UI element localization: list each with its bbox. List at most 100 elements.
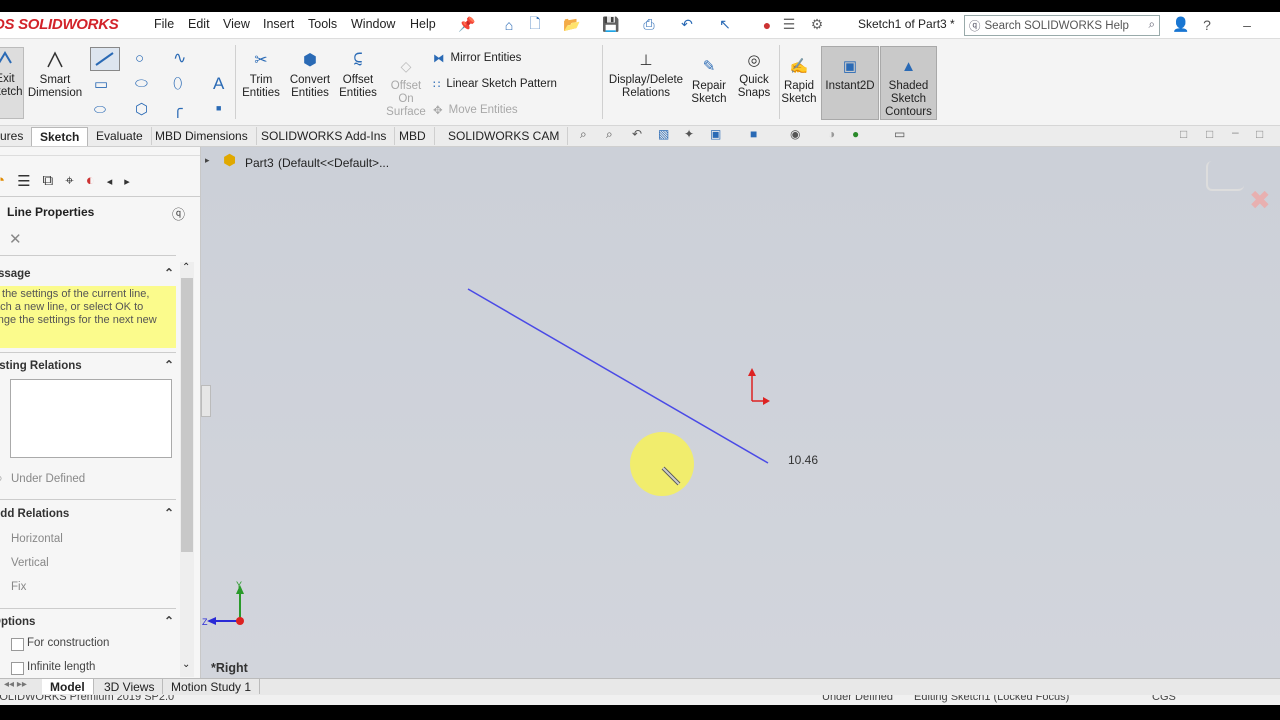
trim-entities-button[interactable]: ✂ Trim Entities [238, 49, 284, 100]
help-circle-icon[interactable]: ⓠ [172, 204, 185, 223]
linear-sketch-pattern-button[interactable]: ∷ Linear Sketch Pattern [433, 77, 557, 91]
display-style-icon[interactable]: ■ [750, 127, 757, 141]
new-document-icon[interactable]: 🗋 [526, 15, 544, 33]
sketch-canvas[interactable]: Y Z [201, 147, 1280, 678]
display-delete-relations-button[interactable]: ⊥ Display/Delete Relations [606, 49, 686, 100]
menu-view[interactable]: View [223, 17, 250, 31]
help-icon[interactable]: ? [1198, 16, 1216, 33]
select-icon[interactable]: ↖ [716, 16, 734, 33]
tab-scroll-left-icon[interactable]: ◂ [107, 175, 113, 196]
tab-solidworks-add-ins[interactable]: SOLIDWORKS Add-Ins [253, 127, 396, 145]
existing-relations-section-header[interactable]: Existing Relations ⌃ [0, 356, 176, 376]
menu-window[interactable]: Window [351, 17, 395, 31]
straight-slot-icon[interactable]: ⬭ [94, 101, 106, 118]
move-entities-button[interactable]: ✥ Move Entities [433, 103, 518, 117]
spline-icon[interactable]: ∿ [173, 48, 186, 68]
point-icon[interactable]: ■ [216, 103, 221, 113]
rapid-sketch-button[interactable]: ✍ Rapid Sketch [780, 55, 818, 106]
exit-sketch-button[interactable]: Exit Sketch [0, 47, 24, 119]
user-icon[interactable]: 👤 [1172, 16, 1190, 33]
panel-collapse-handle[interactable] [201, 385, 211, 417]
section-view-icon[interactable]: ▧ [658, 127, 669, 141]
tab-scroll-right-icon[interactable]: ▸ [124, 175, 130, 196]
shaded-sketch-contours-button[interactable]: ▲ Shaded Sketch Contours [880, 46, 937, 120]
file-properties-icon[interactable]: ☰ [780, 16, 798, 33]
pin-icon[interactable]: 📌 [458, 16, 476, 33]
rebuild-icon[interactable]: ● [758, 16, 776, 33]
offset-on-surface-button[interactable]: ◇ Offset On Surface [384, 55, 428, 119]
for-construction-checkbox[interactable] [11, 638, 24, 651]
tab-evaluate[interactable]: Evaluate [88, 127, 152, 145]
menu-help[interactable]: Help [410, 17, 436, 31]
smart-dimension-button[interactable]: Smart Dimension [27, 49, 83, 100]
scrollbar-thumb[interactable] [181, 278, 193, 552]
relation-fix[interactable]: Fix [11, 581, 26, 593]
tile-right-icon[interactable]: □ [1206, 127, 1213, 141]
confirmation-corner-cancel-icon[interactable]: ✖ [1249, 185, 1271, 216]
relation-horizontal[interactable]: Horizontal [11, 533, 63, 545]
undo-icon[interactable]: ↶ [678, 16, 696, 33]
existing-relations-list[interactable] [10, 379, 172, 458]
zoom-to-fit-icon[interactable]: ⌕ [580, 127, 587, 142]
panel-scrollbar[interactable]: ⌃ ⌄ [180, 262, 194, 677]
relation-vertical[interactable]: Vertical [11, 557, 49, 569]
save-icon[interactable]: 💾 [602, 16, 620, 33]
instant2d-button[interactable]: ▣ Instant2D [821, 46, 879, 120]
tile-left-icon[interactable]: □ [1180, 127, 1187, 141]
tab-motion-study-1[interactable]: Motion Study 1 [163, 679, 261, 694]
confirmation-corner-accept-icon[interactable] [1206, 161, 1244, 191]
rectangle-icon[interactable]: ▭ [94, 75, 108, 93]
ellipse-icon[interactable]: ⬯ [173, 75, 182, 92]
message-section-header[interactable]: Message ⌃ [0, 264, 176, 284]
repair-sketch-button[interactable]: ✎ Repair Sketch [688, 55, 730, 106]
menu-edit[interactable]: Edit [188, 17, 210, 31]
previous-view-icon[interactable]: ↶ [632, 127, 642, 141]
tab-mbd-dimensions[interactable]: MBD Dimensions [147, 127, 257, 145]
infinite-length-checkbox[interactable] [11, 662, 24, 675]
edit-appearance-icon[interactable]: ◑ [828, 127, 835, 141]
print-icon[interactable]: ⎙ [640, 16, 658, 33]
fillet-icon[interactable]: ╭ [173, 99, 183, 119]
dynamic-annotation-icon[interactable]: ✦ [684, 127, 694, 141]
circle-icon[interactable]: ○ [135, 50, 144, 67]
feature-manager-tab-icon[interactable]: ◔ [0, 172, 5, 196]
line-tool-button[interactable] [90, 47, 120, 71]
add-relations-section-header[interactable]: Add Relations ⌃ [0, 504, 176, 524]
viewport-minimize-icon[interactable]: – [1232, 125, 1239, 139]
display-manager-tab-icon[interactable]: ◐ [86, 172, 95, 196]
graphics-area[interactable]: ▸ ⬢ Part3 (Default<<Default>... Y Z 10.4… [201, 147, 1280, 678]
offset-entities-button[interactable]: ⫇ Offset Entities [336, 49, 380, 100]
quick-snaps-button[interactable]: ◎ Quick Snaps [734, 49, 774, 100]
menu-file[interactable]: File [154, 17, 174, 31]
minimize-icon[interactable]: – [1238, 16, 1256, 33]
slot-icon[interactable]: ⬭ [135, 75, 148, 92]
text-icon[interactable]: A [213, 74, 224, 94]
view-settings-icon[interactable]: ▭ [894, 127, 905, 141]
options-gear-icon[interactable]: ⚙ [808, 16, 826, 33]
dimxpert-tab-icon[interactable]: ⌖ [65, 172, 73, 196]
scroll-down-icon[interactable]: ⌄ [182, 659, 190, 670]
sketch-line[interactable] [467, 288, 769, 464]
open-icon[interactable]: 📂 [563, 16, 581, 33]
tab-mbd[interactable]: MBD [391, 127, 435, 145]
property-manager-tab-icon[interactable]: ☰ [17, 172, 30, 196]
status-units[interactable]: CGS [1152, 695, 1176, 703]
home-icon[interactable]: ⌂ [500, 16, 518, 33]
options-section-header[interactable]: Options ⌃ [0, 612, 176, 632]
configuration-manager-tab-icon[interactable]: ⧉ [43, 172, 54, 196]
help-search-field[interactable]: ⓠ Search SOLIDWORKS Help ⌕ [964, 15, 1160, 36]
tab-sketch[interactable]: Sketch [31, 127, 89, 146]
zoom-to-area-icon[interactable]: ⌕ [606, 127, 613, 142]
scenes-icon[interactable]: ● [852, 127, 859, 141]
menu-tools[interactable]: Tools [308, 17, 337, 31]
panel-splitter[interactable] [0, 155, 200, 156]
hide-show-icon[interactable]: ◉ [790, 127, 800, 141]
scroll-up-icon[interactable]: ⌃ [182, 262, 190, 273]
viewport-restore-icon[interactable]: □ [1256, 127, 1263, 141]
tab-solidworks-cam[interactable]: SOLIDWORKS CAM [440, 127, 569, 145]
polygon-icon[interactable]: ⬡ [135, 100, 148, 118]
close-icon[interactable]: ✕ [9, 230, 22, 248]
menu-insert[interactable]: Insert [263, 17, 294, 31]
tab-scroll-icons[interactable]: ◂◂ ▸▸ [4, 679, 27, 690]
convert-entities-button[interactable]: ⬢ Convert Entities [286, 49, 334, 100]
